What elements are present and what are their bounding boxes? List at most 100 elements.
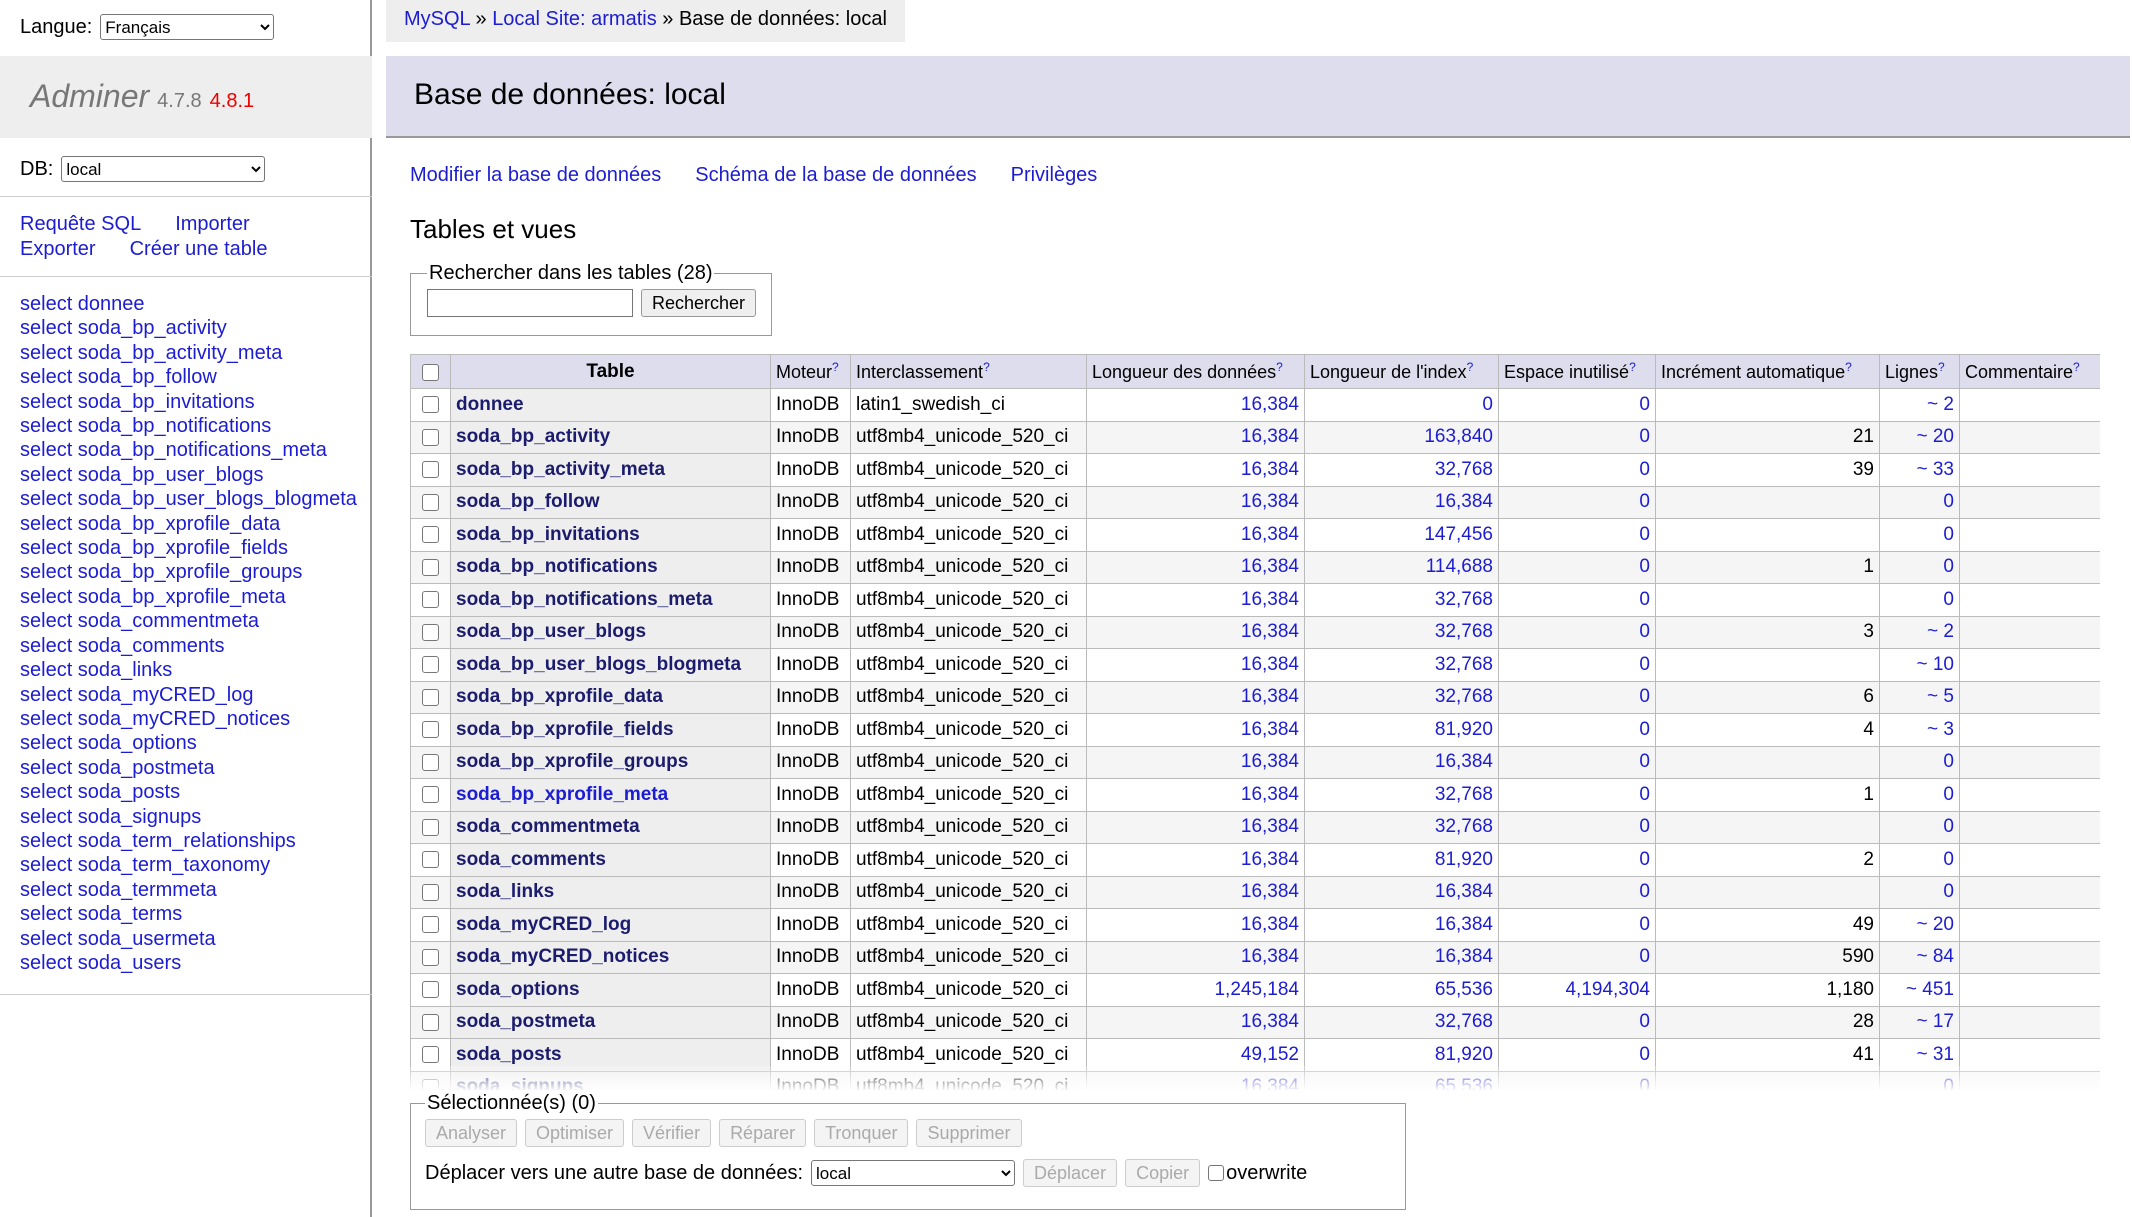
data-free-link[interactable]: 0: [1639, 654, 1650, 675]
row-checkbox[interactable]: [422, 1078, 439, 1090]
select-table-link[interactable]: select soda_bp_invitations: [20, 391, 255, 413]
select-table-link[interactable]: select soda_bp_notifications: [20, 415, 271, 437]
language-select[interactable]: Français: [100, 14, 275, 40]
breadcrumb-server-link[interactable]: Local Site: armatis: [492, 8, 657, 30]
select-table-link[interactable]: select soda_posts: [20, 781, 180, 803]
rows-count-link[interactable]: 0: [1943, 491, 1954, 512]
index-length-link[interactable]: 32,768: [1435, 589, 1493, 610]
data-free-link[interactable]: 0: [1639, 589, 1650, 610]
data-free-link[interactable]: 4,194,304: [1565, 979, 1650, 1000]
data-length-link[interactable]: 16,384: [1241, 394, 1299, 415]
select-table-link[interactable]: select soda_usermeta: [20, 928, 216, 950]
help-icon[interactable]: ?: [1938, 360, 1945, 374]
optimize-button[interactable]: Optimiser: [525, 1119, 625, 1147]
rows-count-link[interactable]: ~ 2: [1927, 394, 1954, 415]
data-length-link[interactable]: 16,384: [1241, 654, 1299, 675]
data-length-link[interactable]: 16,384: [1241, 556, 1299, 577]
rows-count-link[interactable]: 0: [1943, 751, 1954, 772]
table-name-link[interactable]: soda_options: [456, 979, 580, 1000]
data-length-link[interactable]: 16,384: [1241, 589, 1299, 610]
data-free-link[interactable]: 0: [1639, 719, 1650, 740]
overwrite-checkbox[interactable]: [1208, 1165, 1225, 1181]
table-name-link[interactable]: soda_bp_xprofile_meta: [456, 784, 668, 805]
repair-button[interactable]: Réparer: [719, 1119, 807, 1147]
data-free-link[interactable]: 0: [1639, 751, 1650, 772]
data-free-link[interactable]: 0: [1639, 524, 1650, 545]
breadcrumb-driver-link[interactable]: MySQL: [404, 8, 470, 30]
data-length-link[interactable]: 16,384: [1241, 621, 1299, 642]
index-length-link[interactable]: 65,536: [1435, 979, 1493, 1000]
index-length-link[interactable]: 65,536: [1435, 1076, 1493, 1090]
row-checkbox[interactable]: [422, 396, 439, 414]
index-length-link[interactable]: 163,840: [1424, 426, 1493, 447]
data-free-link[interactable]: 0: [1639, 426, 1650, 447]
index-length-link[interactable]: 114,688: [1426, 556, 1493, 577]
select-table-link[interactable]: select soda_bp_user_blogs_blogmeta: [20, 488, 357, 510]
rows-count-link[interactable]: 0: [1943, 589, 1954, 610]
help-icon[interactable]: ?: [983, 360, 990, 374]
data-length-link[interactable]: 16,384: [1241, 816, 1299, 837]
rows-count-link[interactable]: 0: [1943, 1076, 1954, 1090]
rows-count-link[interactable]: ~ 3: [1927, 719, 1954, 740]
select-table-link[interactable]: select soda_bp_activity_meta: [20, 342, 282, 364]
table-name-link[interactable]: soda_bp_notifications: [456, 556, 658, 577]
index-length-link[interactable]: 16,384: [1435, 914, 1493, 935]
row-checkbox[interactable]: [422, 526, 439, 544]
select-table-link[interactable]: select soda_termmeta: [20, 879, 217, 901]
index-length-link[interactable]: 147,456: [1424, 524, 1493, 545]
create-table-link[interactable]: Créer une table: [130, 237, 268, 262]
index-length-link[interactable]: 16,384: [1435, 751, 1493, 772]
rows-count-link[interactable]: ~ 10: [1916, 654, 1954, 675]
data-length-link[interactable]: 16,384: [1241, 784, 1299, 805]
index-length-link[interactable]: 16,384: [1435, 881, 1493, 902]
data-free-link[interactable]: 0: [1639, 849, 1650, 870]
table-name-link[interactable]: soda_comments: [456, 849, 606, 870]
row-checkbox[interactable]: [422, 851, 439, 869]
index-length-link[interactable]: 81,920: [1435, 719, 1493, 740]
data-free-link[interactable]: 0: [1639, 784, 1650, 805]
index-length-link[interactable]: 32,768: [1435, 816, 1493, 837]
table-name-link[interactable]: soda_posts: [456, 1044, 562, 1065]
data-length-link[interactable]: 16,384: [1241, 459, 1299, 480]
data-length-link[interactable]: 16,384: [1241, 914, 1299, 935]
import-link[interactable]: Importer: [175, 212, 249, 237]
rows-count-link[interactable]: ~ 17: [1916, 1011, 1954, 1032]
rows-count-link[interactable]: ~ 33: [1916, 459, 1954, 480]
alter-database-link[interactable]: Modifier la base de données: [410, 164, 661, 187]
rows-count-link[interactable]: 0: [1943, 849, 1954, 870]
data-free-link[interactable]: 0: [1639, 816, 1650, 837]
row-checkbox[interactable]: [422, 883, 439, 901]
index-length-link[interactable]: 32,768: [1435, 1011, 1493, 1032]
move-button[interactable]: Déplacer: [1023, 1159, 1118, 1187]
index-length-link[interactable]: 81,920: [1435, 849, 1493, 870]
help-icon[interactable]: ?: [1629, 360, 1636, 374]
rows-count-link[interactable]: ~ 20: [1916, 426, 1954, 447]
table-name-link[interactable]: donnee: [456, 394, 524, 415]
row-checkbox[interactable]: [422, 493, 439, 511]
data-length-link[interactable]: 16,384: [1241, 751, 1299, 772]
rows-count-link[interactable]: 0: [1943, 881, 1954, 902]
index-length-link[interactable]: 81,920: [1435, 1044, 1493, 1065]
select-table-link[interactable]: select soda_bp_notifications_meta: [20, 439, 327, 461]
table-name-link[interactable]: soda_bp_user_blogs_blogmeta: [456, 654, 741, 675]
select-table-link[interactable]: select soda_links: [20, 659, 172, 681]
select-table-link[interactable]: select soda_bp_xprofile_data: [20, 513, 280, 535]
data-free-link[interactable]: 0: [1639, 459, 1650, 480]
row-checkbox[interactable]: [422, 428, 439, 446]
rows-count-link[interactable]: 0: [1943, 556, 1954, 577]
row-checkbox[interactable]: [422, 623, 439, 641]
row-checkbox[interactable]: [422, 688, 439, 706]
data-free-link[interactable]: 0: [1639, 914, 1650, 935]
table-name-link[interactable]: soda_bp_invitations: [456, 524, 640, 545]
data-free-link[interactable]: 0: [1639, 491, 1650, 512]
rows-count-link[interactable]: 0: [1943, 524, 1954, 545]
row-checkbox[interactable]: [422, 656, 439, 674]
select-table-link[interactable]: select donnee: [20, 293, 145, 315]
data-length-link[interactable]: 16,384: [1241, 1011, 1299, 1032]
table-name-link[interactable]: soda_signups: [456, 1076, 584, 1090]
table-name-link[interactable]: soda_commentmeta: [456, 816, 640, 837]
select-table-link[interactable]: select soda_users: [20, 952, 181, 974]
row-checkbox[interactable]: [422, 1046, 439, 1064]
table-name-link[interactable]: soda_bp_activity: [456, 426, 610, 447]
index-length-link[interactable]: 32,768: [1435, 621, 1493, 642]
